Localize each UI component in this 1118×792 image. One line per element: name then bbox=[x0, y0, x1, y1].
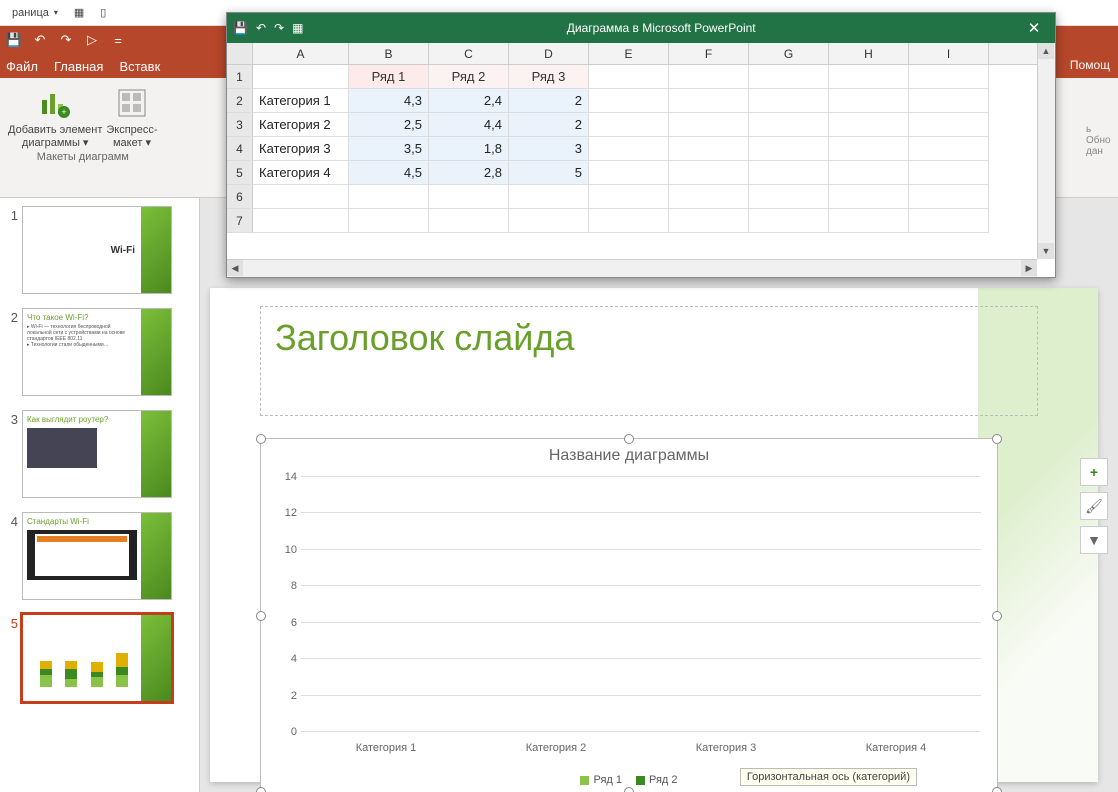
col-header[interactable]: G bbox=[749, 43, 829, 64]
slide-title-text: Заголовок слайда bbox=[275, 317, 1023, 359]
cell[interactable]: 3,5 bbox=[349, 137, 429, 161]
cell[interactable]: Ряд 2 bbox=[429, 65, 509, 89]
excel-window[interactable]: 💾 ↶ ↷ ▦ Диаграмма в Microsoft PowerPoint… bbox=[226, 12, 1056, 278]
row-header[interactable]: 6 bbox=[227, 185, 253, 209]
plot-area[interactable]: 02468101214 Категория 1Категория 2Катего… bbox=[301, 477, 981, 732]
slide-thumb-3[interactable]: Как выглядит роутер? bbox=[22, 410, 172, 498]
quick-layout-icon[interactable] bbox=[111, 82, 153, 124]
slide-thumb-2[interactable]: Что такое Wi-Fi? ▸ Wi-Fi — технология бе… bbox=[22, 308, 172, 396]
tab-home[interactable]: Главная bbox=[54, 59, 103, 74]
cell[interactable]: Категория 1 bbox=[253, 89, 349, 113]
layout-icon[interactable]: ▦ bbox=[66, 4, 92, 21]
add-chart-element-label-1: Добавить элемент bbox=[8, 124, 102, 136]
slide-thumb-1[interactable]: Wi-Fi bbox=[22, 206, 172, 294]
col-header[interactable]: A bbox=[253, 43, 349, 64]
excel-close-button[interactable]: ✕ bbox=[1019, 19, 1049, 37]
chart-object[interactable]: Название диаграммы 02468101214 Категория… bbox=[260, 438, 998, 792]
category-label: Категория 2 bbox=[526, 742, 587, 754]
slide-thumbnail-panel[interactable]: 1 Wi-Fi 2 Что такое Wi-Fi? ▸ Wi-Fi — тех… bbox=[0, 198, 200, 792]
unknown-icon[interactable]: ▯ bbox=[92, 4, 114, 21]
cell[interactable]: Ряд 3 bbox=[509, 65, 589, 89]
category-label: Категория 3 bbox=[696, 742, 757, 754]
excel-more-icon[interactable]: ▦ bbox=[292, 21, 303, 35]
tab-file[interactable]: Файл bbox=[6, 59, 38, 74]
slide-canvas[interactable]: Заголовок слайда Название диаграммы 0246… bbox=[200, 198, 1118, 792]
row-header[interactable]: 4 bbox=[227, 137, 253, 161]
spreadsheet-grid[interactable]: A B C D E F G H I 1Ряд 1Ряд 2Ряд 32Катег… bbox=[227, 43, 1037, 259]
slide: Заголовок слайда Название диаграммы 0246… bbox=[210, 288, 1098, 782]
title-placeholder[interactable]: Заголовок слайда bbox=[260, 306, 1038, 416]
quick-layout-label-2: макет ▾ bbox=[113, 136, 151, 149]
excel-horizontal-scrollbar[interactable]: ◀ ▶ bbox=[227, 259, 1037, 277]
redo-icon[interactable]: ↷ bbox=[58, 32, 74, 48]
cell[interactable]: 4,4 bbox=[429, 113, 509, 137]
cell[interactable]: 3 bbox=[509, 137, 589, 161]
axis-tooltip: Горизонтальная ось (категорий) bbox=[740, 768, 917, 786]
cell[interactable]: 5 bbox=[509, 161, 589, 185]
slide-thumb-4[interactable]: Стандарты Wi-Fi bbox=[22, 512, 172, 600]
col-header[interactable]: F bbox=[669, 43, 749, 64]
excel-undo-icon[interactable]: ↶ bbox=[256, 21, 266, 35]
chart-bars: Категория 1Категория 2Категория 3Категор… bbox=[301, 477, 981, 732]
ribbon-group-caption: Макеты диаграмм bbox=[37, 151, 129, 163]
tab-help[interactable]: Помощ bbox=[1064, 54, 1116, 76]
ribbon-right-cut: ь Обно дан bbox=[1082, 120, 1118, 190]
add-chart-element-label-2: диаграммы ▾ bbox=[22, 136, 89, 149]
col-header[interactable]: D bbox=[509, 43, 589, 64]
cell[interactable]: 2,5 bbox=[349, 113, 429, 137]
row-header[interactable]: 7 bbox=[227, 209, 253, 233]
row-header[interactable]: 1 bbox=[227, 65, 253, 89]
cell[interactable]: Категория 3 bbox=[253, 137, 349, 161]
cell[interactable]: 2 bbox=[509, 113, 589, 137]
category-label: Категория 1 bbox=[356, 742, 417, 754]
more-icon[interactable]: = bbox=[110, 32, 126, 48]
cell[interactable]: 4,3 bbox=[349, 89, 429, 113]
thumb-number: 4 bbox=[4, 512, 18, 529]
row-header[interactable]: 3 bbox=[227, 113, 253, 137]
excel-vertical-scrollbar[interactable]: ▲ ▼ bbox=[1037, 43, 1055, 259]
col-header[interactable]: E bbox=[589, 43, 669, 64]
thumb-number: 1 bbox=[4, 206, 18, 223]
cell[interactable]: 4,5 bbox=[349, 161, 429, 185]
cell[interactable]: 2 bbox=[509, 89, 589, 113]
row-header[interactable]: 5 bbox=[227, 161, 253, 185]
col-header[interactable]: C bbox=[429, 43, 509, 64]
excel-redo-icon[interactable]: ↷ bbox=[274, 21, 284, 35]
excel-save-icon[interactable]: 💾 bbox=[233, 21, 248, 35]
excel-titlebar[interactable]: 💾 ↶ ↷ ▦ Диаграмма в Microsoft PowerPoint… bbox=[227, 13, 1055, 43]
slide-thumb-5[interactable] bbox=[22, 614, 172, 702]
tab-insert[interactable]: Вставк bbox=[119, 59, 160, 74]
select-all-cell[interactable] bbox=[227, 43, 253, 64]
col-header[interactable]: I bbox=[909, 43, 989, 64]
cell[interactable]: Категория 4 bbox=[253, 161, 349, 185]
undo-icon[interactable]: ↶ bbox=[32, 32, 48, 48]
chart-filter-button[interactable]: ▼ bbox=[1080, 526, 1108, 554]
cell[interactable]: 2,4 bbox=[429, 89, 509, 113]
category-label: Категория 4 bbox=[866, 742, 927, 754]
chart-flyout-buttons: + 🖌 ▼ bbox=[1080, 458, 1108, 554]
thumb-number: 2 bbox=[4, 308, 18, 325]
cell[interactable] bbox=[253, 65, 349, 89]
chart-elements-button[interactable]: + bbox=[1080, 458, 1108, 486]
cell[interactable]: Категория 2 bbox=[253, 113, 349, 137]
quick-layout-label-1: Экспресс- bbox=[106, 124, 157, 136]
y-axis: 02468101214 bbox=[271, 477, 299, 732]
cell[interactable]: 2,8 bbox=[429, 161, 509, 185]
page-dropdown[interactable]: раница bbox=[4, 5, 66, 21]
cell[interactable]: Ряд 1 bbox=[349, 65, 429, 89]
add-chart-element-icon[interactable]: + bbox=[34, 82, 76, 124]
chart-styles-button[interactable]: 🖌 bbox=[1080, 492, 1108, 520]
thumb-number: 3 bbox=[4, 410, 18, 427]
cell[interactable]: 1,8 bbox=[429, 137, 509, 161]
thumb-number: 5 bbox=[4, 614, 18, 631]
col-header[interactable]: B bbox=[349, 43, 429, 64]
save-icon[interactable]: 💾 bbox=[6, 32, 22, 48]
slideshow-icon[interactable]: ▷ bbox=[84, 32, 100, 48]
svg-text:+: + bbox=[62, 107, 67, 117]
row-header[interactable]: 2 bbox=[227, 89, 253, 113]
excel-title-text: Диаграмма в Microsoft PowerPoint bbox=[303, 21, 1019, 35]
col-header[interactable]: H bbox=[829, 43, 909, 64]
